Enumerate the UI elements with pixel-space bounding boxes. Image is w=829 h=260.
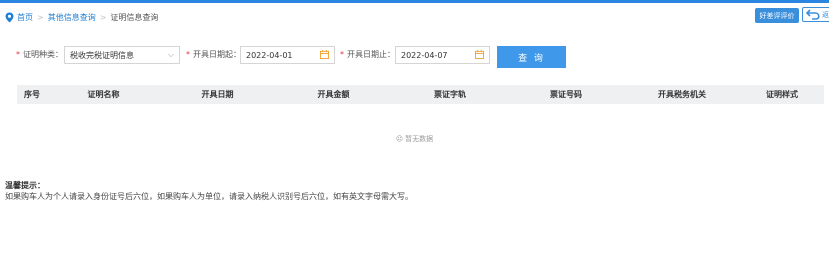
return-arrow-icon [806, 9, 820, 20]
breadcrumb-separator: > [37, 12, 44, 22]
tips-body: 如果购车人为个人请录入身份证号后六位，如果购车人为单位，请录入纳税人识别号后六位… [5, 192, 413, 201]
top-accent-bar [0, 0, 829, 3]
breadcrumb-current: 证明信息查询 [110, 12, 159, 22]
calendar-icon[interactable] [320, 50, 329, 59]
certificate-type-value: 税收完税证明信息 [70, 50, 134, 60]
location-pin-icon [5, 12, 14, 22]
column-header[interactable]: 开具日期 [160, 85, 275, 104]
back-button[interactable]: 返 [802, 7, 829, 22]
table-header: 序号 证明名称 开具日期 开具金额 票证字轨 票证号码 开具税务机关 证明样式 [17, 85, 824, 104]
empty-text: 暂无数据 [405, 135, 434, 143]
start-date-input[interactable]: 2022-04-01 [240, 46, 335, 64]
sad-face-icon: ☹ [395, 135, 404, 143]
certificate-type-select[interactable]: 税收完税证明信息 ⌵ [64, 46, 180, 64]
end-date-value: 2022-04-07 [401, 50, 448, 60]
calendar-icon[interactable] [475, 50, 484, 59]
start-date-label: * 开具日期起： [186, 50, 241, 59]
evaluate-button[interactable]: 好差评评价 [755, 8, 799, 23]
breadcrumb-home-link[interactable]: 首页 [17, 12, 33, 23]
end-date-input[interactable]: 2022-04-07 [395, 46, 490, 64]
end-date-label: * 开具日期止： [340, 50, 395, 59]
query-button[interactable]: 查 询 [497, 46, 566, 68]
column-header[interactable]: 证明样式 [740, 85, 824, 104]
tips-title: 温馨提示： [5, 181, 45, 190]
column-header[interactable]: 开具金额 [275, 85, 392, 104]
empty-state: ☹ 暂无数据 [0, 134, 829, 144]
breadcrumb-other-info-link[interactable]: 其他信息查询 [48, 12, 96, 23]
column-header[interactable]: 序号 [17, 85, 47, 104]
column-header[interactable]: 开具税务机关 [624, 85, 740, 104]
back-button-label: 返 [822, 10, 829, 19]
column-header[interactable]: 票证字轨 [392, 85, 508, 104]
column-header[interactable]: 证明名称 [47, 85, 160, 104]
breadcrumb-separator: > [99, 12, 107, 22]
breadcrumb: 首页 > 其他信息查询 > 证明信息查询 [5, 11, 158, 23]
chevron-down-icon: ⌵ [167, 50, 174, 59]
start-date-value: 2022-04-01 [246, 50, 293, 60]
type-label: * 证明种类： [16, 50, 63, 59]
column-header[interactable]: 票证号码 [508, 85, 624, 104]
